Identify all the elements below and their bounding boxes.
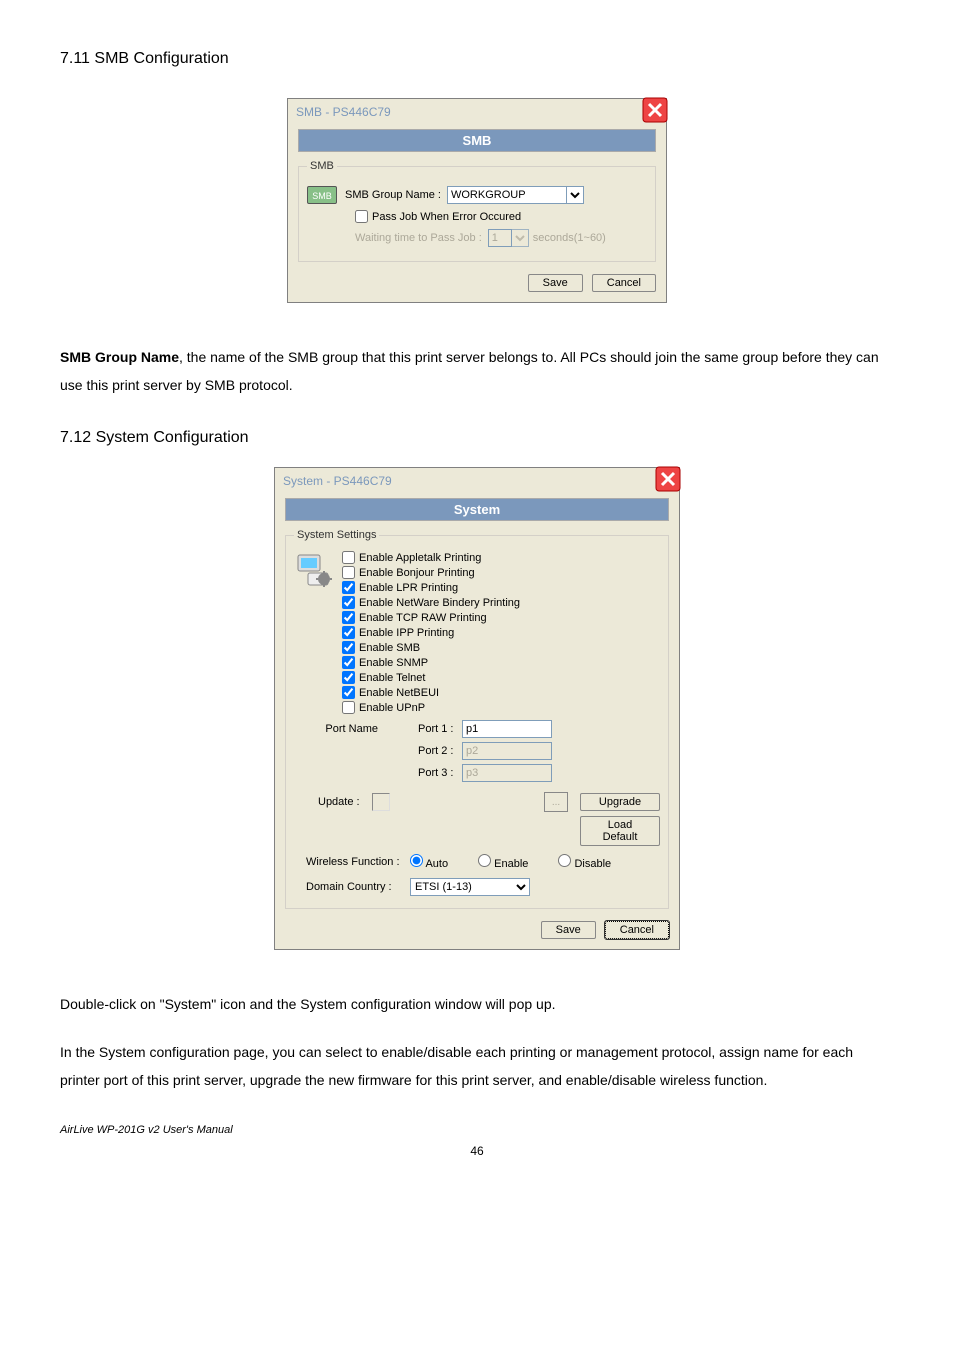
wireless-auto-label: Auto	[425, 858, 448, 870]
lpr-checkbox[interactable]	[342, 581, 355, 594]
wireless-label: Wireless Function :	[306, 856, 410, 868]
wait-suffix: seconds(1~60)	[533, 232, 606, 244]
wireless-disable-label: Disable	[574, 858, 611, 870]
netware-label: Enable NetWare Bindery Printing	[359, 597, 520, 609]
appletalk-checkbox[interactable]	[342, 551, 355, 564]
smb-dialog-title: SMB - PS446C79	[296, 105, 391, 119]
tcpraw-checkbox[interactable]	[342, 611, 355, 624]
system-legend: System Settings	[294, 529, 379, 541]
smb-label: Enable SMB	[359, 642, 420, 654]
ipp-checkbox[interactable]	[342, 626, 355, 639]
smb-group-name-bold: SMB Group Name	[60, 349, 179, 365]
tcpraw-label: Enable TCP RAW Printing	[359, 612, 487, 624]
heading-712: 7.12 System Configuration	[60, 429, 894, 447]
smb-fieldset: SMB SMB SMB Group Name : Pass Job When E…	[298, 160, 656, 262]
wait-dropdown	[511, 229, 529, 247]
close-icon[interactable]	[655, 466, 681, 492]
port3-input	[462, 764, 552, 782]
domain-label: Domain Country :	[306, 881, 410, 893]
smb-description-text: , the name of the SMB group that this pr…	[60, 349, 879, 393]
port1-input[interactable]	[462, 720, 552, 738]
snmp-label: Enable SNMP	[359, 657, 428, 669]
system-banner: System	[285, 498, 669, 521]
load-default-button[interactable]: Load Default	[580, 816, 660, 846]
footer-text: AirLive WP-201G v2 User's Manual	[60, 1124, 894, 1136]
smb-group-input[interactable]	[447, 186, 567, 204]
domain-select[interactable]: ETSI (1-13)	[410, 878, 530, 896]
smb-group-label: SMB Group Name :	[345, 189, 441, 201]
bonjour-checkbox[interactable]	[342, 566, 355, 579]
wireless-enable-label: Enable	[494, 858, 528, 870]
system-save-button[interactable]: Save	[541, 921, 596, 939]
smb-legend: SMB	[307, 160, 337, 172]
netbeui-checkbox[interactable]	[342, 686, 355, 699]
smb-banner: SMB	[298, 129, 656, 152]
wait-label: Waiting time to Pass Job :	[355, 232, 482, 244]
netbeui-label: Enable NetBEUI	[359, 687, 439, 699]
port3-label: Port 3 :	[418, 767, 462, 779]
smb-group-dropdown[interactable]	[566, 186, 584, 204]
snmp-checkbox[interactable]	[342, 656, 355, 669]
system-cancel-button[interactable]: Cancel	[605, 921, 669, 939]
wireless-auto-radio[interactable]	[410, 854, 423, 867]
lpr-label: Enable LPR Printing	[359, 582, 458, 594]
update-label: Update :	[318, 796, 366, 808]
appletalk-label: Enable Appletalk Printing	[359, 552, 481, 564]
port2-input	[462, 742, 552, 760]
netware-checkbox[interactable]	[342, 596, 355, 609]
close-icon[interactable]	[642, 97, 668, 123]
heading-711: 7.11 SMB Configuration	[60, 50, 894, 68]
page-number: 46	[60, 1144, 894, 1158]
smb-save-button[interactable]: Save	[528, 274, 583, 292]
sys-p2: In the System configuration page, you ca…	[60, 1038, 894, 1094]
wireless-enable-radio[interactable]	[478, 854, 491, 867]
update-input	[372, 793, 390, 811]
port1-label: Port 1 :	[418, 723, 462, 735]
portname-label: Port Name	[318, 723, 378, 735]
pass-job-checkbox[interactable]	[355, 210, 368, 223]
sys-p1: Double-click on "System" icon and the Sy…	[60, 990, 894, 1018]
wireless-disable-radio[interactable]	[558, 854, 571, 867]
bonjour-label: Enable Bonjour Printing	[359, 567, 475, 579]
upnp-checkbox[interactable]	[342, 701, 355, 714]
telnet-label: Enable Telnet	[359, 672, 425, 684]
smb-badge-icon: SMB	[307, 186, 337, 204]
browse-button: ...	[544, 792, 568, 812]
telnet-checkbox[interactable]	[342, 671, 355, 684]
ipp-label: Enable IPP Printing	[359, 627, 454, 639]
smb-checkbox[interactable]	[342, 641, 355, 654]
system-dialog-title: System - PS446C79	[283, 474, 392, 488]
smb-cancel-button[interactable]: Cancel	[592, 274, 656, 292]
system-dialog: System - PS446C79 System System Settings…	[274, 467, 680, 950]
system-icon	[294, 549, 334, 589]
pass-job-label: Pass Job When Error Occured	[372, 211, 521, 223]
wait-input	[488, 229, 512, 247]
system-fieldset: System Settings Enable Appletalk Printin…	[285, 529, 669, 909]
smb-description: SMB Group Name, the name of the SMB grou…	[60, 343, 894, 399]
upnp-label: Enable UPnP	[359, 702, 425, 714]
port2-label: Port 2 :	[418, 745, 462, 757]
upgrade-button[interactable]: Upgrade	[580, 793, 660, 811]
smb-dialog: SMB - PS446C79 SMB SMB SMB SMB Group Nam…	[287, 98, 667, 303]
